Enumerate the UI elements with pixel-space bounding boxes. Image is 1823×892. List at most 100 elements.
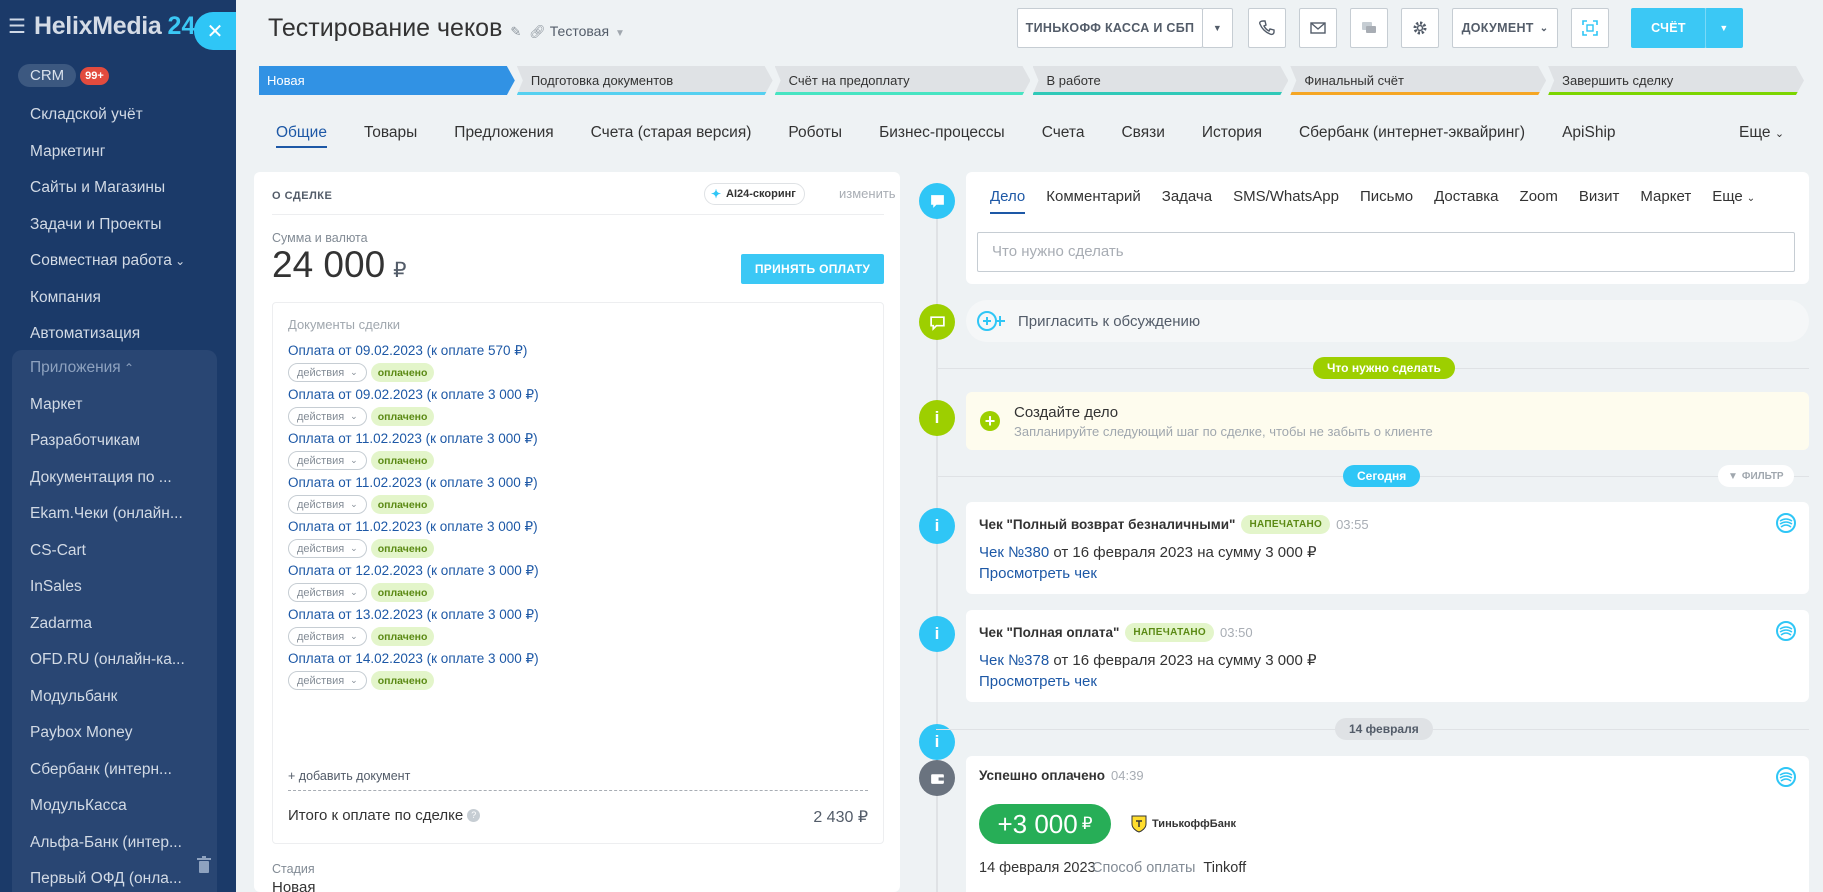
document-link[interactable]: Оплата от 11.02.2023 (к оплате 3 000 ₽) (288, 519, 868, 535)
sidebar-app-item[interactable]: Модульбанк (0, 679, 215, 716)
sidebar-item[interactable]: Маркетинг (0, 134, 236, 171)
document-link[interactable]: Оплата от 14.02.2023 (к оплате 3 000 ₽) (288, 651, 868, 667)
menu-icon[interactable]: ☰ (8, 17, 26, 37)
tab-item[interactable]: Связи (1121, 118, 1164, 148)
stage-item[interactable]: Финальный счёт (1290, 66, 1546, 95)
stage-item[interactable]: Новая (259, 66, 515, 95)
receipt-link[interactable]: Чек №378 (979, 652, 1049, 669)
tab-item[interactable]: Предложения (454, 118, 553, 148)
category-select[interactable]: Тестовая (550, 23, 609, 39)
sidebar-app-item[interactable]: Альфа-Банк (интер... (0, 825, 215, 862)
edit-link[interactable]: изменить (839, 186, 896, 201)
filter-button[interactable]: ▼ ФИЛЬТР (1718, 465, 1794, 487)
todo-input[interactable]: Что нужно сделать (977, 232, 1795, 272)
sidebar-app-item[interactable]: Маркет (0, 387, 215, 424)
sidebar-app-item[interactable]: Paybox Money (0, 715, 215, 752)
pencil-icon[interactable]: ✎ (510, 24, 521, 40)
editor-tab[interactable]: Визит (1579, 186, 1620, 214)
document-button[interactable]: ДОКУМЕНТ ⌄ (1452, 8, 1558, 48)
sidebar-app-item[interactable]: Сбербанк (интерн... (0, 752, 215, 789)
document-link[interactable]: Оплата от 09.02.2023 (к оплате 570 ₽) (288, 343, 868, 359)
sidebar-item[interactable]: Совместная работа ⌄ (0, 243, 236, 280)
logo[interactable]: ☰ HelixMedia 24 (8, 12, 195, 41)
sidebar-app-item[interactable]: МодульКасса (0, 788, 215, 825)
view-receipt-link[interactable]: Просмотреть чек (979, 673, 1097, 690)
tab-item[interactable]: Роботы (788, 118, 842, 148)
tab-item[interactable]: Счета (1042, 118, 1085, 148)
editor-tab-more[interactable]: Еще ⌄ (1712, 186, 1755, 214)
stage-field-value[interactable]: Новая (272, 879, 315, 892)
sidebar-item-crm[interactable]: CRM 99+ (18, 64, 109, 87)
stage-item[interactable]: Счёт на предоплату (775, 66, 1031, 95)
actions-button[interactable]: действия ⌄ (288, 583, 367, 602)
invoice-dropdown-icon[interactable]: ▼ (1705, 8, 1743, 48)
actions-button[interactable]: действия ⌄ (288, 627, 367, 646)
tab-item[interactable]: Бизнес-процессы (879, 118, 1005, 148)
tab-item[interactable]: Общие (276, 118, 327, 148)
stage-item[interactable]: В работе (1033, 66, 1289, 95)
sidebar-item[interactable]: Сайты и Магазины (0, 170, 236, 207)
invite-to-discussion[interactable]: Пригласить к обсуждению (966, 300, 1809, 342)
tab-more[interactable]: Еще ⌄ (1739, 118, 1784, 149)
document-link[interactable]: Оплата от 11.02.2023 (к оплате 3 000 ₽) (288, 431, 868, 447)
tab-item[interactable]: Сбербанк (интернет-эквайринг) (1299, 118, 1525, 148)
actions-button[interactable]: действия ⌄ (288, 671, 367, 690)
phone-icon[interactable] (1248, 8, 1286, 48)
sidebar-item[interactable]: Компания (0, 280, 236, 317)
plus-icon[interactable]: + (980, 411, 1000, 431)
add-document-link[interactable]: + добавить документ (288, 769, 410, 783)
mail-icon[interactable] (1299, 8, 1337, 48)
actions-button[interactable]: действия ⌄ (288, 495, 367, 514)
scan-icon[interactable] (1571, 8, 1609, 48)
document-link[interactable]: Оплата от 11.02.2023 (к оплате 3 000 ₽) (288, 475, 868, 491)
sidebar-item[interactable]: Задачи и Проекты (0, 207, 236, 244)
actions-button[interactable]: действия ⌄ (288, 363, 367, 382)
document-link[interactable]: Оплата от 13.02.2023 (к оплате 3 000 ₽) (288, 607, 868, 623)
actions-button[interactable]: действия ⌄ (288, 451, 367, 470)
editor-tab[interactable]: Доставка (1434, 186, 1498, 214)
accept-payment-button[interactable]: ПРИНЯТЬ ОПЛАТУ (741, 254, 884, 284)
actions-button[interactable]: действия ⌄ (288, 407, 367, 426)
actions-button[interactable]: действия ⌄ (288, 539, 367, 558)
view-receipt-link[interactable]: Просмотреть чек (979, 565, 1097, 582)
stage-item[interactable]: Завершить сделку (1548, 66, 1804, 95)
help-icon[interactable]: ? (467, 809, 481, 822)
editor-tab[interactable]: Комментарий (1046, 186, 1140, 214)
editor-tab[interactable]: Маркет (1640, 186, 1691, 214)
sidebar-app-item[interactable]: Документация по ... (0, 460, 215, 497)
kassa-dropdown-icon[interactable]: ▼ (1202, 8, 1233, 48)
create-task-card[interactable]: + Создайте дело Запланируйте следующий ш… (966, 392, 1809, 450)
tab-item[interactable]: История (1202, 118, 1262, 148)
link-icon[interactable]: 🔗︎ (529, 24, 546, 40)
chevron-down-icon[interactable]: ▼ (615, 28, 625, 39)
sidebar-app-item[interactable]: Zadarma (0, 606, 215, 643)
document-link[interactable]: Оплата от 09.02.2023 (к оплате 3 000 ₽) (288, 387, 868, 403)
sidebar-item[interactable]: Складской учёт (0, 97, 236, 134)
editor-tab[interactable]: Задача (1162, 186, 1212, 214)
close-icon[interactable]: ✕ (194, 12, 236, 50)
editor-tab[interactable]: Zoom (1520, 186, 1558, 214)
editor-tab[interactable]: Дело (990, 186, 1026, 214)
sidebar-app-item[interactable]: CS-Cart (0, 533, 215, 570)
tab-item[interactable]: Товары (364, 118, 417, 148)
editor-tab[interactable]: Письмо (1360, 186, 1413, 214)
editor-tab[interactable]: SMS/WhatsApp (1233, 186, 1339, 214)
sidebar-item[interactable]: Автоматизация (0, 316, 236, 353)
apps-header[interactable]: Приложения ⌃ (0, 350, 215, 387)
chat-icon[interactable] (1350, 8, 1388, 48)
sidebar-app-item[interactable]: Ekam.Чеки (онлайн... (0, 496, 215, 533)
sidebar-app-item[interactable]: Разработчикам (0, 423, 215, 460)
kassa-button[interactable]: ТИНЬКОФФ КАССА И СБП (1017, 8, 1203, 48)
invoice-button[interactable]: СЧЁТ (1631, 8, 1706, 48)
trash-icon[interactable] (196, 856, 212, 874)
stage-item[interactable]: Подготовка документов (517, 66, 773, 95)
tab-item[interactable]: ApiShip (1562, 118, 1615, 148)
sidebar-app-item[interactable]: Первый ОФД (онла... (0, 861, 215, 892)
page-title[interactable]: Тестирование чеков (268, 14, 502, 43)
sidebar-app-item[interactable]: OFD.RU (онлайн-ка... (0, 642, 215, 679)
sidebar-app-item[interactable]: InSales (0, 569, 215, 606)
tab-item[interactable]: Счета (старая версия) (591, 118, 752, 148)
gear-icon[interactable] (1401, 8, 1439, 48)
ai-scoring-button[interactable]: ✦ AI24-скоринг (704, 183, 805, 205)
receipt-link[interactable]: Чек №380 (979, 544, 1049, 561)
